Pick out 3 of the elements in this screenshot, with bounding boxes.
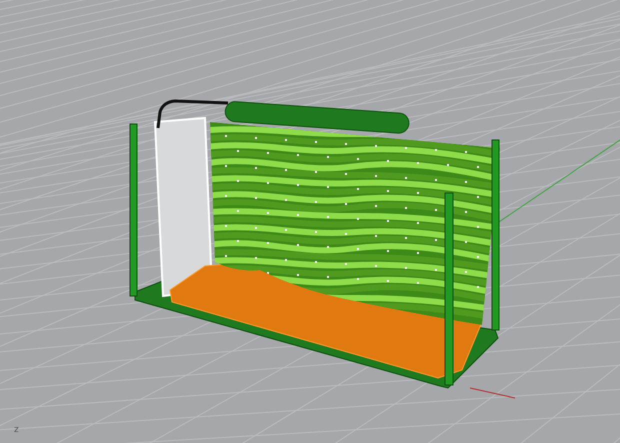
pipe [156, 100, 228, 128]
x-axis-line [470, 388, 516, 398]
axis-label: z [14, 425, 19, 435]
